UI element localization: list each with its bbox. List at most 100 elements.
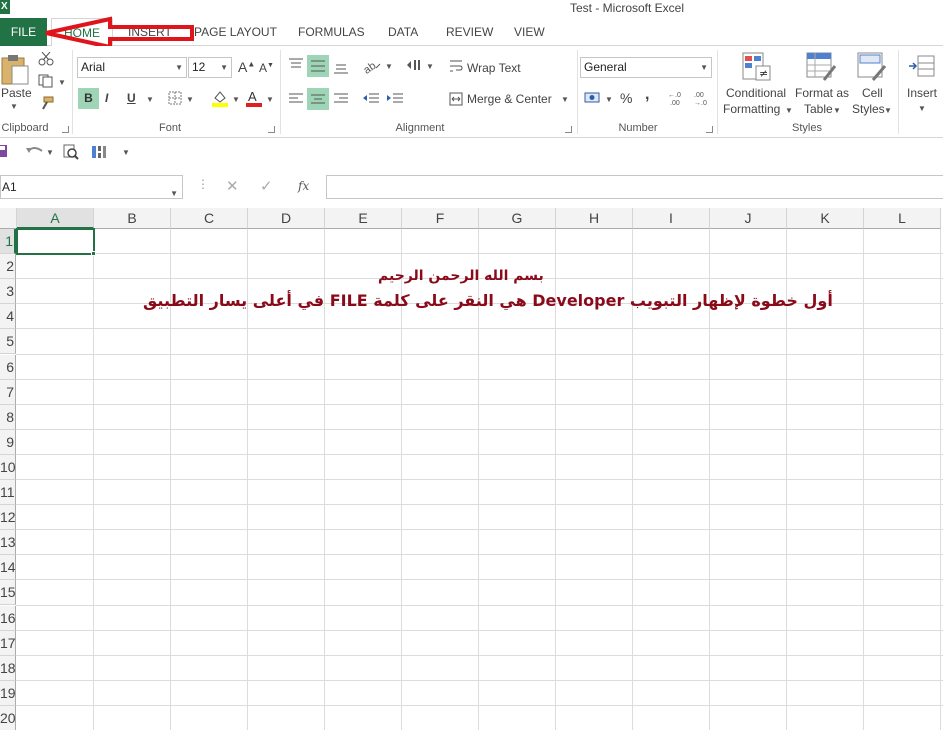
- row-header-17[interactable]: 17: [0, 630, 16, 656]
- tab-review[interactable]: REVIEW: [446, 18, 493, 46]
- row-header-4[interactable]: 4: [0, 304, 16, 330]
- tab-formulas[interactable]: FORMULAS: [298, 18, 365, 46]
- row-header-8[interactable]: 8: [0, 404, 16, 430]
- font-color-dropdown-icon[interactable]: ▼: [266, 95, 274, 104]
- accounting-format-icon[interactable]: [584, 90, 602, 109]
- orientation-icon[interactable]: ab: [361, 58, 382, 77]
- cell-styles-icon[interactable]: [857, 52, 887, 85]
- paste-dropdown-icon[interactable]: ▼: [10, 102, 18, 111]
- bold-button[interactable]: B: [78, 88, 99, 109]
- decrease-indent-icon[interactable]: [362, 92, 380, 109]
- number-launcher-icon[interactable]: [706, 126, 713, 133]
- format-as-table-icon[interactable]: [806, 52, 837, 85]
- increase-indent-icon[interactable]: [386, 92, 404, 109]
- paste-button[interactable]: Paste: [1, 86, 32, 100]
- cell-styles-label-1[interactable]: Cell: [862, 86, 883, 100]
- alignment-launcher-icon[interactable]: [565, 126, 572, 133]
- font-size-dropdown[interactable]: 12 ▼: [188, 57, 232, 78]
- print-preview-icon[interactable]: [63, 144, 79, 163]
- row-header-13[interactable]: 13: [0, 530, 16, 556]
- insert-cells-button[interactable]: Insert: [907, 86, 937, 100]
- underline-dropdown-icon[interactable]: ▼: [146, 95, 154, 104]
- column-header-a[interactable]: A: [17, 208, 94, 229]
- accounting-dropdown-icon[interactable]: ▼: [605, 95, 613, 104]
- column-header-l[interactable]: L: [864, 208, 941, 229]
- wrap-text-button[interactable]: Wrap Text: [467, 61, 521, 75]
- row-header-16[interactable]: 16: [0, 605, 16, 631]
- row-header-19[interactable]: 19: [0, 680, 16, 706]
- tab-page-layout[interactable]: PAGE LAYOUT: [194, 18, 277, 46]
- column-header-d[interactable]: D: [248, 208, 325, 229]
- tab-data[interactable]: DATA: [388, 18, 418, 46]
- left-align-icon[interactable]: [288, 92, 304, 109]
- bottom-align-icon[interactable]: [333, 60, 349, 77]
- fill-handle[interactable]: [91, 251, 96, 256]
- row-header-2[interactable]: 2: [0, 254, 16, 280]
- row-header-6[interactable]: 6: [0, 354, 16, 380]
- middle-align-icon[interactable]: [307, 55, 329, 77]
- orientation-dropdown-icon[interactable]: ▼: [385, 62, 393, 71]
- comma-style-button[interactable]: ,: [645, 86, 649, 104]
- decrease-font-size-button[interactable]: A▼: [259, 61, 274, 75]
- insert-cells-dropdown-icon[interactable]: ▼: [918, 104, 926, 113]
- wrap-text-icon[interactable]: [449, 59, 463, 76]
- custom-toolbar-icon[interactable]: [91, 144, 107, 163]
- column-header-k[interactable]: K: [787, 208, 864, 229]
- conditional-formatting-label-1[interactable]: Conditional: [726, 86, 786, 100]
- format-as-table-label-2[interactable]: Table: [804, 102, 833, 116]
- font-launcher-icon[interactable]: [268, 126, 275, 133]
- row-header-15[interactable]: 15: [0, 580, 16, 606]
- conditional-formatting-label-2[interactable]: Formatting: [723, 102, 780, 116]
- insert-cells-icon[interactable]: [908, 54, 936, 83]
- top-align-icon[interactable]: [288, 58, 304, 75]
- column-header-h[interactable]: H: [556, 208, 633, 229]
- borders-icon[interactable]: [168, 91, 182, 108]
- formula-input[interactable]: [326, 175, 943, 199]
- undo-dropdown-icon[interactable]: ▼: [46, 148, 54, 157]
- selected-cell-a1[interactable]: [16, 228, 95, 255]
- column-header-b[interactable]: B: [94, 208, 171, 229]
- font-color-icon[interactable]: A: [245, 89, 263, 110]
- column-header-j[interactable]: J: [710, 208, 787, 229]
- select-all-corner[interactable]: [0, 208, 17, 229]
- increase-decimal-icon[interactable]: ←.0.00: [668, 90, 688, 109]
- name-box[interactable]: A1 ▼: [0, 175, 183, 199]
- row-header-10[interactable]: 10: [0, 454, 16, 480]
- merge-center-icon[interactable]: [449, 92, 463, 109]
- cut-icon[interactable]: [38, 51, 54, 69]
- italic-button[interactable]: I: [105, 91, 108, 105]
- copy-dropdown-icon[interactable]: ▼: [58, 78, 66, 87]
- rtl-icon[interactable]: [406, 59, 422, 74]
- font-name-dropdown[interactable]: Arial ▼: [77, 57, 187, 78]
- fill-color-icon[interactable]: [211, 89, 229, 110]
- cell-styles-dropdown-icon[interactable]: ▼: [884, 106, 892, 115]
- undo-icon[interactable]: [24, 145, 46, 160]
- row-header-9[interactable]: 9: [0, 429, 16, 455]
- borders-dropdown-icon[interactable]: ▼: [186, 95, 194, 104]
- row-header-5[interactable]: 5: [0, 329, 16, 355]
- column-header-f[interactable]: F: [402, 208, 479, 229]
- conditional-formatting-dropdown-icon[interactable]: ▼: [785, 106, 793, 115]
- merge-dropdown-icon[interactable]: ▼: [561, 95, 569, 104]
- format-as-table-label-1[interactable]: Format as: [795, 86, 849, 100]
- row-header-20[interactable]: 20: [0, 705, 16, 730]
- row-header-18[interactable]: 18: [0, 655, 16, 681]
- cancel-entry-icon[interactable]: ✕: [226, 177, 239, 195]
- decrease-decimal-icon[interactable]: .00 →.0: [694, 90, 714, 109]
- confirm-entry-icon[interactable]: ✓: [260, 177, 273, 195]
- row-header-7[interactable]: 7: [0, 379, 16, 405]
- column-header-i[interactable]: I: [633, 208, 710, 229]
- number-format-dropdown[interactable]: General ▼: [580, 57, 712, 78]
- row-header-3[interactable]: 3: [0, 279, 16, 305]
- insert-function-button[interactable]: fx: [298, 179, 309, 193]
- percent-style-button[interactable]: %: [620, 90, 632, 106]
- right-align-icon[interactable]: [333, 92, 349, 109]
- save-icon[interactable]: [0, 144, 8, 161]
- cell-styles-label-2[interactable]: Styles: [852, 102, 885, 116]
- format-as-table-dropdown-icon[interactable]: ▼: [833, 106, 841, 115]
- row-header-12[interactable]: 12: [0, 505, 16, 531]
- format-painter-icon[interactable]: [38, 96, 54, 113]
- merge-center-button[interactable]: Merge & Center: [467, 92, 552, 106]
- column-header-g[interactable]: G: [479, 208, 556, 229]
- rtl-dropdown-icon[interactable]: ▼: [426, 62, 434, 71]
